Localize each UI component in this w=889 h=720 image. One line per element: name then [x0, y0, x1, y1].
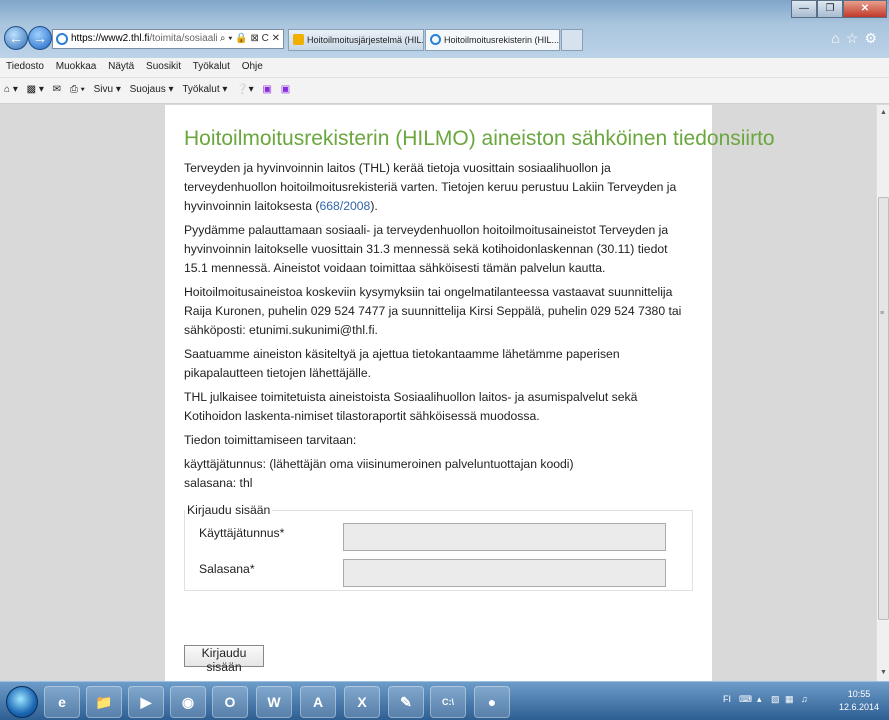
clock-date: 12.6.2014 [838, 702, 880, 712]
feedback-paragraph: Saatuamme aineiston käsiteltyä ja ajettu… [184, 347, 620, 380]
password-label: Salasana* [199, 562, 255, 576]
credentials-paragraph: käyttäjätunnus: (lähettäjän oma viisinum… [184, 455, 693, 493]
chrome-icon[interactable]: ◉ [170, 686, 206, 718]
volume-icon[interactable]: ♫ [801, 694, 808, 704]
home-icon[interactable]: ⌂ [831, 30, 845, 46]
content-panel: Hoitoilmoitusrekisterin (HILMO) aineisto… [165, 105, 775, 681]
menu-tiedosto[interactable]: Tiedosto [6, 61, 44, 72]
minimize-button[interactable]: — [791, 0, 817, 18]
maximize-button[interactable]: ❐ [817, 0, 843, 18]
intro-paragraph: Terveyden ja hyvinvoinnin laitos (THL) k… [184, 159, 693, 216]
login-fieldset: Kirjaudu sisään Käyttäjätunnus* Salasana… [184, 503, 693, 591]
menu-tyokalut[interactable]: Työkalut [193, 61, 230, 72]
intro-text: Terveyden ja hyvinvoinnin laitos (THL) k… [184, 161, 677, 213]
credentials-password: salasana: thl [184, 476, 253, 490]
onenote-linked-icon[interactable]: ▣ [281, 78, 290, 102]
scroll-up-arrow-icon[interactable]: ▲ [879, 108, 888, 117]
device-icon[interactable]: ▧ [771, 694, 780, 705]
intro-text-end: ). [370, 199, 378, 213]
password-input[interactable] [343, 559, 666, 587]
tab-label: Hoitoilmoitusrekisterin (HIL... [444, 35, 560, 45]
page-area: Hoitoilmoitusrekisterin (HILMO) aineisto… [0, 105, 876, 681]
contact-paragraph: Hoitoilmoitusaineistoa koskeviin kysymyk… [184, 285, 682, 337]
menu-suosikit[interactable]: Suosikit [146, 61, 181, 72]
word-icon[interactable]: W [256, 686, 292, 718]
password-row: Salasana* [195, 559, 684, 595]
login-button[interactable]: Kirjaudu sisään [184, 645, 264, 674]
clock-time: 10:55 [847, 689, 871, 699]
back-button[interactable]: ← [4, 26, 28, 50]
page-menu[interactable]: Sivu ▾ [94, 78, 121, 102]
home-icon[interactable]: ⌂ ▾ [4, 78, 18, 102]
media-player-icon[interactable]: ▶ [128, 686, 164, 718]
menu-bar: Tiedosto Muokkaa Näytä Suosikit Työkalut… [0, 58, 889, 78]
start-button[interactable] [6, 686, 38, 718]
url-host: https://www2.thl.fi [71, 33, 150, 44]
new-tab-button[interactable] [561, 29, 583, 51]
page-title: Hoitoilmoitusrekisterin (HILMO) aineisto… [184, 127, 775, 150]
print-icon[interactable]: ⎙ ▾ [70, 78, 85, 102]
deadline-paragraph: Pyydämme palauttamaan sosiaali- ja terve… [184, 223, 669, 275]
vertical-scrollbar[interactable]: ▲ ≡ ▼ [876, 105, 889, 681]
tools-menu[interactable]: Työkalut ▾ [182, 78, 227, 102]
menu-nayta[interactable]: Näytä [108, 61, 134, 72]
username-row: Käyttäjätunnus* [195, 523, 684, 559]
paint-icon[interactable]: ✎ [388, 686, 424, 718]
close-window-button[interactable]: ✕ [843, 0, 887, 18]
username-label: Käyttäjätunnus* [199, 526, 285, 540]
law-link[interactable]: 668/2008 [320, 199, 371, 213]
help-icon[interactable]: ❔▾ [236, 78, 253, 102]
excel-icon[interactable]: X [344, 686, 380, 718]
mail-icon[interactable]: ✉ [53, 78, 61, 102]
internet-explorer-icon[interactable]: e [44, 686, 80, 718]
tab-label: Hoitoilmoitusjärjestelmä (HIL... [307, 35, 424, 45]
username-input[interactable] [343, 523, 666, 551]
forward-button[interactable]: → [28, 26, 52, 50]
system-clock[interactable]: 10:55 12.6.2014 [835, 688, 883, 714]
window-controls: — ❐ ✕ [791, 0, 887, 18]
tab-hoitoilmoitusjarjestelma[interactable]: Hoitoilmoitusjärjestelmä (HIL... [288, 29, 424, 51]
requirements-paragraph: Tiedon toimittamiseen tarvitaan: [184, 433, 357, 447]
command-bar: ⌂ ▾ ▩ ▾ ✉ ⎙ ▾ Sivu ▾ Suojaus ▾ Työkalut … [0, 78, 889, 104]
credentials-username: käyttäjätunnus: (lähettäjän oma viisinum… [184, 457, 574, 471]
page-icon [293, 34, 304, 45]
language-indicator[interactable]: FI [723, 694, 731, 704]
onenote-icon[interactable]: ▣ [262, 78, 271, 102]
login-legend: Kirjaudu sisään [187, 503, 271, 517]
address-bar[interactable]: https://www2.thl.fi/toimita/sosiaalihilm… [52, 29, 284, 49]
browser-right-icons: ⌂☆⚙ [831, 30, 883, 47]
tab-hoitoilmoitusrekisterin[interactable]: Hoitoilmoitusrekisterin (HIL...✕ [425, 29, 560, 51]
acrobat-icon[interactable]: A [300, 686, 336, 718]
ie-icon [56, 33, 68, 45]
user-app-icon[interactable]: ● [474, 686, 510, 718]
ie-icon [430, 34, 441, 45]
system-tray: FI ⌨ ▴ ▧ ▦ ♫ 10:55 12.6.2014 [723, 686, 883, 718]
show-hidden-icons-icon[interactable]: ▴ [757, 694, 762, 705]
favorites-star-icon[interactable]: ☆ [846, 30, 865, 46]
address-controls[interactable]: ⌕ ▾ 🔒 ⊠ C ✕ [216, 30, 280, 48]
command-prompt-icon[interactable]: C:\ [430, 686, 466, 718]
safety-menu[interactable]: Suojaus ▾ [130, 78, 174, 102]
feeds-icon[interactable]: ▩ ▾ [27, 78, 44, 102]
gear-icon[interactable]: ⚙ [864, 30, 883, 46]
scrollbar-thumb[interactable] [878, 197, 889, 620]
file-explorer-icon[interactable]: 📁 [86, 686, 122, 718]
publish-paragraph: THL julkaisee toimitetuista aineistoista… [184, 390, 638, 423]
menu-muokkaa[interactable]: Muokkaa [56, 61, 97, 72]
keyboard-icon[interactable]: ⌨ [739, 694, 752, 705]
network-icon[interactable]: ▦ [785, 694, 794, 705]
scroll-down-arrow-icon[interactable]: ▼ [879, 668, 888, 677]
outlook-icon[interactable]: O [212, 686, 248, 718]
menu-ohje[interactable]: Ohje [242, 61, 263, 72]
browser-titlebar: ← → https://www2.thl.fi/toimita/sosiaali… [0, 0, 889, 58]
windows-taskbar: e 📁 ▶ ◉ O W A X ✎ C:\ ● FI ⌨ ▴ ▧ ▦ ♫ 10:… [0, 681, 889, 720]
scrollbar-grip-icon: ≡ [880, 310, 885, 317]
